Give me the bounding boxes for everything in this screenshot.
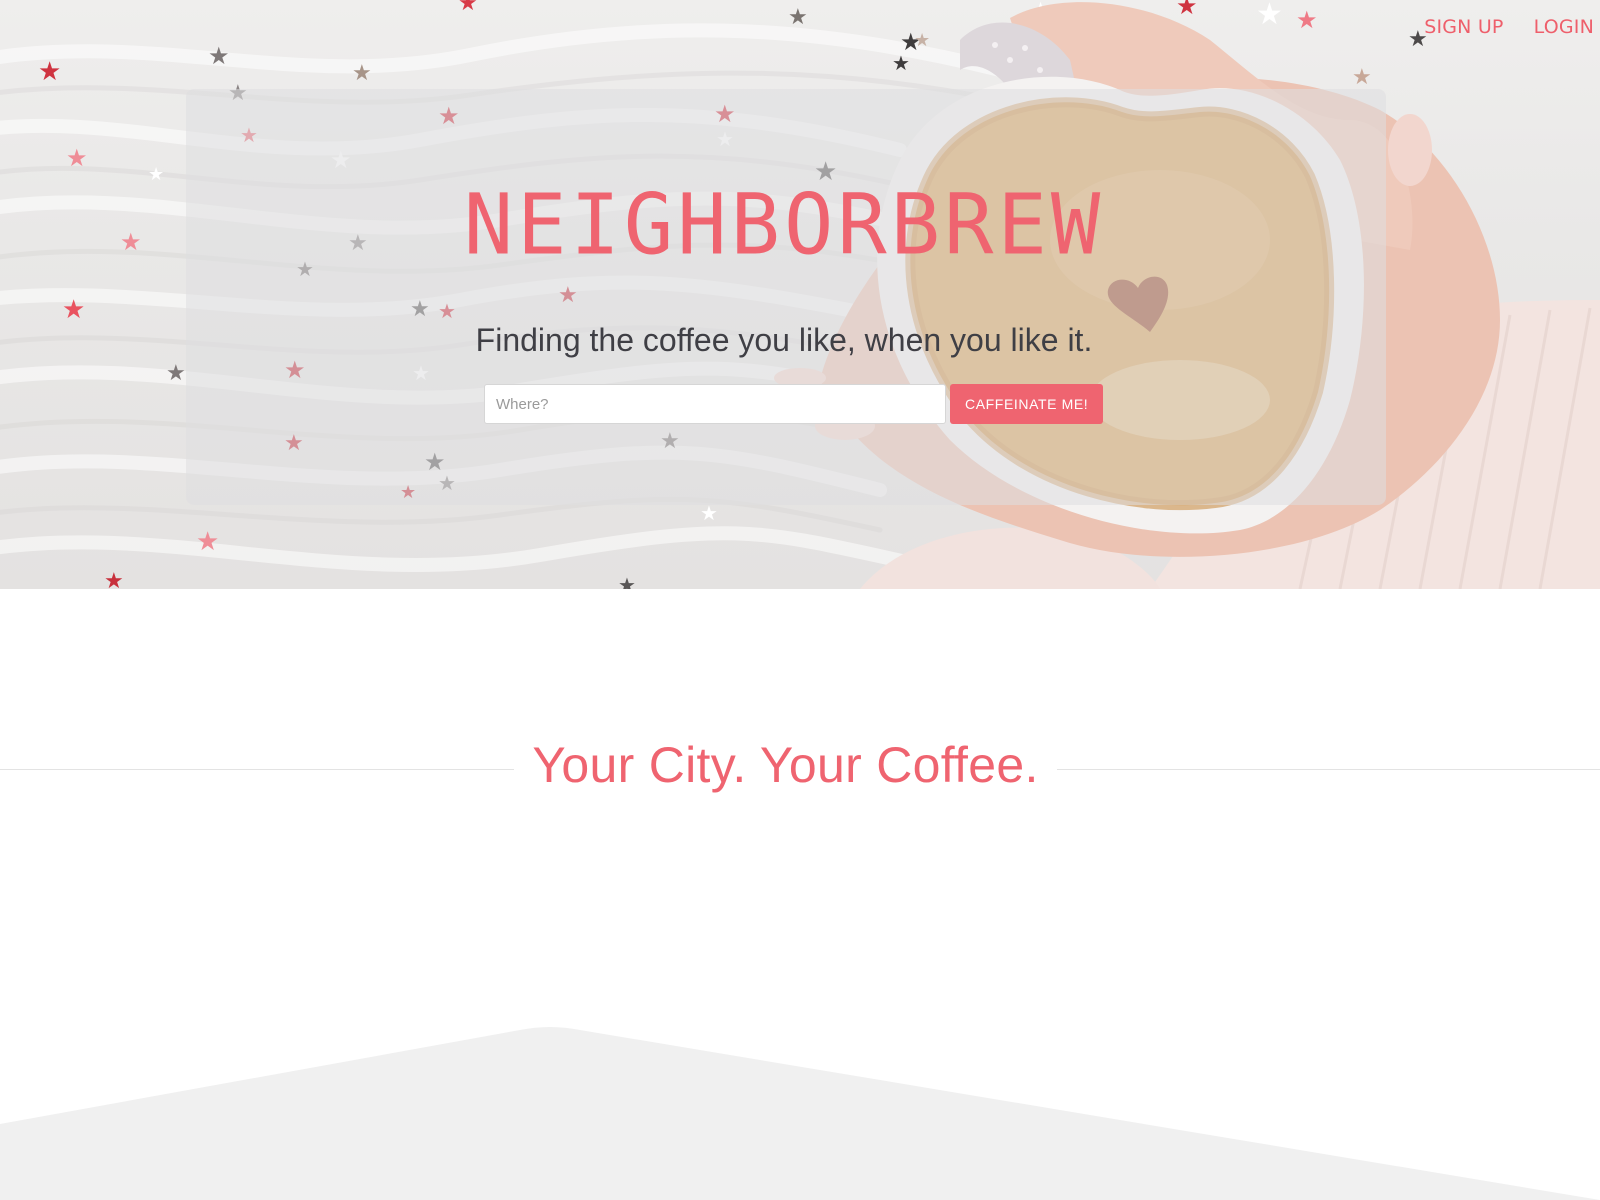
location-search-input[interactable]: [484, 384, 946, 424]
svg-text:★: ★: [104, 568, 124, 589]
svg-text:★: ★: [38, 56, 61, 86]
svg-text:★: ★: [208, 43, 230, 70]
svg-text:★: ★: [352, 60, 372, 85]
bottom-angled-shape: [0, 1027, 1600, 1200]
search-form: CAFFEINATE ME!: [484, 384, 1104, 424]
svg-text:★: ★: [1296, 7, 1318, 34]
caffeinate-button[interactable]: CAFFEINATE ME!: [950, 384, 1104, 424]
svg-text:★: ★: [458, 0, 478, 15]
signup-link[interactable]: SIGN UP: [1424, 16, 1503, 38]
hero-section: ★ ★ ★ ★ ★ ★ ★ ★ ★ ★ ★ ★ ★ ★ ★ ★ ★ ★ ★ ★: [0, 0, 1600, 589]
svg-text:★: ★: [166, 360, 186, 385]
page: ★ ★ ★ ★ ★ ★ ★ ★ ★ ★ ★ ★ ★ ★ ★ ★ ★ ★ ★ ★: [0, 0, 1600, 1200]
hero-tagline: Finding the coffee you like, when you li…: [475, 322, 1093, 358]
svg-text:★: ★: [618, 575, 636, 589]
section-divider-right: [1057, 769, 1600, 770]
svg-text:★: ★: [66, 145, 88, 172]
svg-text:★: ★: [914, 30, 930, 50]
svg-text:★: ★: [1176, 0, 1198, 20]
svg-text:★: ★: [788, 4, 808, 29]
svg-text:★: ★: [196, 526, 219, 556]
svg-text:★: ★: [1352, 64, 1372, 89]
svg-text:★: ★: [700, 503, 718, 525]
hero-panel: [186, 89, 1386, 505]
brand-logo-text: NEIGHBORBREW: [463, 177, 1105, 274]
svg-text:★: ★: [892, 53, 910, 75]
svg-text:★: ★: [62, 294, 85, 324]
login-link[interactable]: LOGIN: [1534, 16, 1594, 38]
top-nav: SIGN UP LOGIN: [1424, 16, 1594, 38]
section-title: Your City. Your Coffee.: [532, 737, 1039, 793]
section-divider-left: [0, 769, 514, 770]
svg-text:★: ★: [1256, 0, 1283, 31]
